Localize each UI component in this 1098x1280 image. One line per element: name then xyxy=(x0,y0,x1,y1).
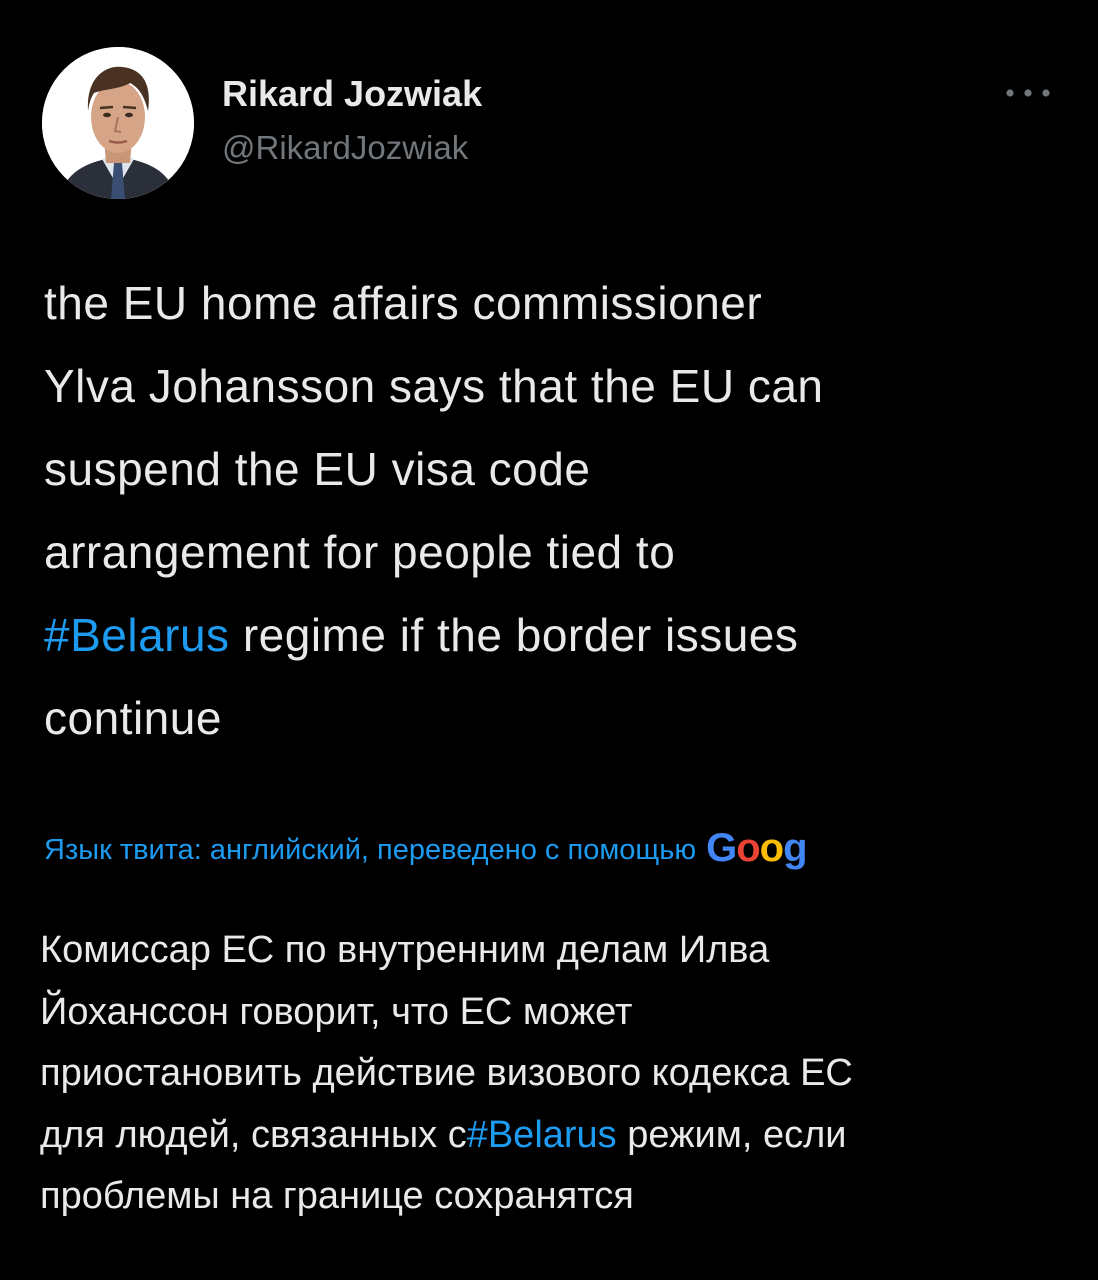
translated-text-line: для людей, связанных с#Belarus режим, ес… xyxy=(40,1105,1070,1167)
translated-tweet-text: Комиссар ЕС по внутренним делам Илва Йох… xyxy=(40,920,1070,1228)
google-logo-letter: G xyxy=(706,826,737,870)
translated-text-fragment: режим, если xyxy=(616,1113,847,1156)
author-display-name[interactable]: Rikard Jozwiak xyxy=(222,72,482,116)
translation-attribution-label: Язык твита: английский, переведено с пом… xyxy=(44,834,697,866)
avatar-photo xyxy=(42,47,194,199)
tweet-text-fragment: regime if the border issues xyxy=(229,609,799,661)
translated-text-fragment: для людей, связанных с xyxy=(40,1113,467,1156)
google-logo-letter: o xyxy=(736,826,760,870)
translation-attribution-link[interactable]: Язык твита: английский, переведено с пом… xyxy=(44,826,1064,872)
author-handle[interactable]: @RikardJozwiak xyxy=(222,128,468,168)
tweet-text-line: the EU home affairs commissioner xyxy=(44,277,763,329)
more-horizontal-icon[interactable] xyxy=(1003,84,1053,102)
avatar[interactable] xyxy=(42,47,194,199)
hashtag-link[interactable]: #Belarus xyxy=(44,609,230,661)
translated-text-line: Йохансcон говорит, что ЕС может xyxy=(40,990,633,1033)
translated-hashtag-link[interactable]: #Belarus xyxy=(467,1114,617,1156)
translated-text-line: Комиссар ЕС по внутренним делам Илва xyxy=(40,929,770,971)
tweet-text-line: #Belarus regime if the border issues xyxy=(44,594,1074,677)
tweet-text-line: suspend the EU visa code xyxy=(44,443,591,495)
google-logo-letter: g xyxy=(783,826,807,870)
tweet-text-line: Ylva Johansson says that the EU can xyxy=(44,360,824,412)
tweet-text-line: arrangement for people tied to xyxy=(44,526,676,578)
google-logo: Goog xyxy=(706,826,807,870)
tweet-text-line: continue xyxy=(44,692,222,744)
translated-text-line: проблемы на границе сохранятся xyxy=(40,1175,634,1217)
google-logo-letter: o xyxy=(759,826,784,870)
tweet-text: the EU home affairs commissioner Ylva Jo… xyxy=(44,262,1074,760)
translated-text-line: приостановить действие визового кодекса … xyxy=(40,1052,853,1094)
